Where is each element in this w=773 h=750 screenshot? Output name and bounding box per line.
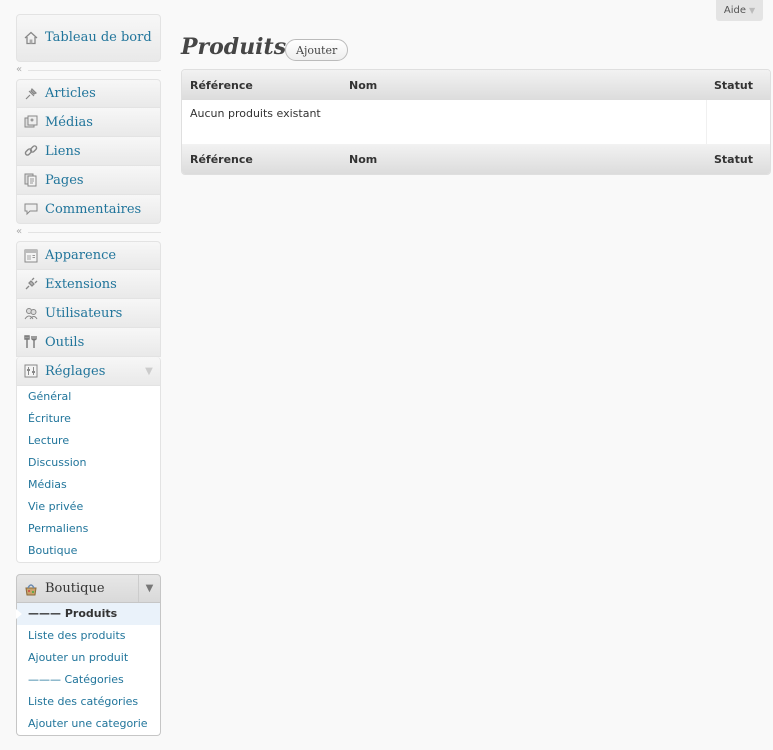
menu-outils[interactable]: Outils (16, 328, 161, 357)
submenu-item-vie-privee[interactable]: Vie privée (17, 496, 160, 518)
media-icon (22, 114, 39, 131)
pin-icon (22, 85, 39, 102)
submenu-item-lecture[interactable]: Lecture (17, 430, 160, 452)
menu-reglages[interactable]: Réglages ▼ (16, 357, 161, 386)
menu-pages[interactable]: Pages (16, 166, 161, 195)
submenu-item-categories[interactable]: ——— Catégories (17, 669, 160, 691)
menu-dashboard-label: Tableau de bord (45, 30, 152, 45)
comment-icon (22, 201, 39, 218)
menu-extensions-label: Extensions (45, 276, 117, 292)
menu-commentaires-label: Commentaires (45, 201, 142, 217)
menu-boutique-label: Boutique (45, 581, 105, 596)
menu-articles[interactable]: Articles (16, 79, 161, 108)
menu-separator[interactable]: « (16, 225, 161, 239)
submenu-item-medias[interactable]: Médias (17, 474, 160, 496)
empty-message: Aucun produits existant (190, 107, 321, 120)
pages-icon (22, 172, 39, 189)
column-statut-footer[interactable]: Statut (714, 153, 753, 166)
submenu-item-boutique[interactable]: Boutique (17, 540, 160, 562)
collapse-icon[interactable]: « (16, 63, 22, 77)
submenu-item-general[interactable]: Général (17, 386, 160, 408)
appearance-icon (22, 247, 39, 264)
menu-reglages-label: Réglages (45, 363, 106, 379)
chevron-down-icon: ▼ (748, 6, 756, 15)
menu-utilisateurs[interactable]: Utilisateurs (16, 299, 161, 328)
menu-commentaires[interactable]: Commentaires (16, 195, 161, 224)
submenu-item-ajouter-produit[interactable]: Ajouter un produit (17, 647, 160, 669)
submenu-item-discussion[interactable]: Discussion (17, 452, 160, 474)
page-title: Produits (181, 34, 287, 60)
admin-menu: Tableau de bord « Articles Médias Liens … (16, 14, 161, 736)
menu-utilisateurs-label: Utilisateurs (45, 305, 123, 321)
menu-pages-label: Pages (45, 172, 84, 188)
table-footer: Référence Nom Statut (182, 144, 770, 174)
menu-outils-label: Outils (45, 334, 85, 350)
column-reference[interactable]: Référence (190, 79, 253, 92)
menu-articles-label: Articles (45, 86, 96, 101)
plugin-icon (22, 276, 39, 293)
boutique-menu: Boutique ▼ ——— Produits Liste des produi… (16, 574, 161, 736)
collapse-icon[interactable]: « (16, 225, 22, 239)
menu-medias-label: Médias (45, 114, 93, 130)
home-icon (22, 30, 39, 47)
column-nom-footer[interactable]: Nom (349, 153, 377, 166)
submenu-item-liste-categories[interactable]: Liste des catégories (17, 691, 160, 713)
tools-icon (22, 334, 39, 351)
help-button[interactable]: Aide ▼ (716, 0, 763, 21)
users-icon (22, 305, 39, 322)
submenu-item-permaliens[interactable]: Permaliens (17, 518, 160, 540)
menu-extensions[interactable]: Extensions (16, 270, 161, 299)
menu-liens[interactable]: Liens (16, 137, 161, 166)
submenu-item-produits[interactable]: ——— Produits (16, 603, 160, 625)
column-reference-footer[interactable]: Référence (190, 153, 253, 166)
submenu-item-ecriture[interactable]: Écriture (17, 408, 160, 430)
table-row: Aucun produits existant (182, 100, 770, 144)
submenu-item-liste-produits[interactable]: Liste des produits (17, 625, 160, 647)
column-nom[interactable]: Nom (349, 79, 377, 92)
help-label: Aide (723, 5, 746, 16)
chevron-down-icon[interactable]: ▼ (138, 357, 160, 385)
add-product-button[interactable]: Ajouter (285, 39, 349, 61)
menu-dashboard[interactable]: Tableau de bord (16, 14, 161, 62)
menu-boutique[interactable]: Boutique ▼ (16, 574, 161, 603)
status-cell (706, 100, 770, 144)
menu-separator[interactable]: « (16, 63, 161, 77)
link-icon (22, 143, 39, 160)
reglages-submenu: Général Écriture Lecture Discussion Médi… (16, 386, 161, 563)
settings-icon (22, 363, 39, 380)
menu-apparence[interactable]: Apparence (16, 241, 161, 270)
menu-apparence-label: Apparence (45, 248, 117, 263)
table-header: Référence Nom Statut (182, 70, 770, 100)
menu-medias[interactable]: Médias (16, 108, 161, 137)
column-statut[interactable]: Statut (714, 79, 753, 92)
shop-icon (22, 580, 39, 597)
boutique-submenu: ——— Produits Liste des produits Ajouter … (16, 603, 161, 736)
chevron-down-icon[interactable]: ▼ (138, 575, 160, 602)
submenu-item-ajouter-categorie[interactable]: Ajouter une categorie (17, 713, 160, 735)
products-table: Référence Nom Statut Aucun produits exis… (181, 69, 771, 175)
menu-liens-label: Liens (45, 143, 81, 159)
